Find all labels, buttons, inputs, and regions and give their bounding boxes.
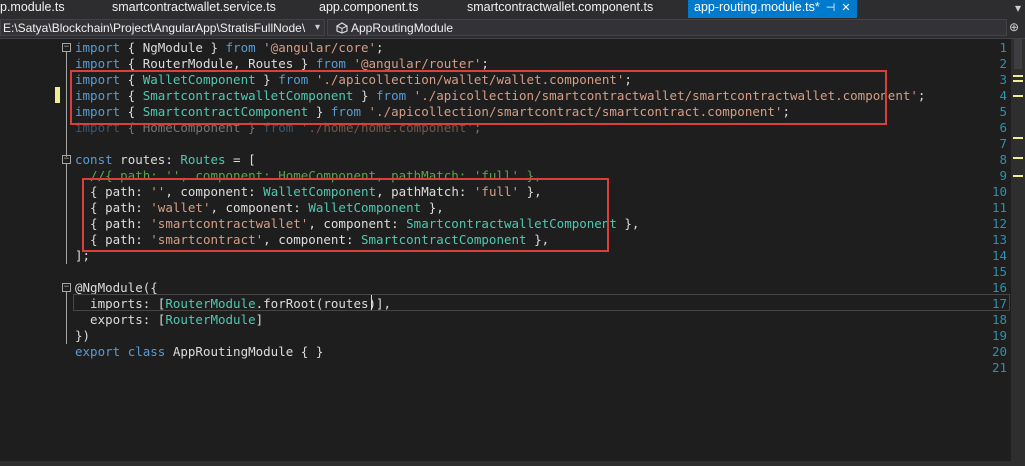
code-line[interactable]: const routes: Routes = [ (75, 152, 256, 168)
code-token: }) (75, 328, 91, 343)
code-token: = [ (225, 152, 256, 167)
code-token: import (75, 56, 121, 71)
line-number: 14 (991, 248, 1007, 263)
code-token: import (75, 40, 121, 55)
code-token: @NgModule({ (75, 280, 158, 295)
code-token: Routes (180, 152, 226, 167)
chevron-down-icon: ▾ (314, 22, 320, 33)
scrollbar-thumb[interactable] (1014, 39, 1022, 69)
code-line[interactable]: export class AppRoutingModule { } (75, 344, 323, 360)
line-number: 11 (991, 200, 1007, 215)
line-number: 13 (991, 232, 1007, 247)
line-number: 20 (991, 344, 1007, 359)
line-number: 8 (999, 152, 1007, 167)
line-number: 19 (991, 328, 1007, 343)
outline-guide (66, 164, 67, 264)
project-dropdown[interactable]: E:\Satya\Blockchain\Project\AngularApp\S… (0, 19, 325, 36)
line-number: 2 (999, 56, 1007, 71)
current-line-highlight (73, 294, 1010, 311)
text-caret (371, 295, 372, 310)
tab-app-component[interactable]: app.component.ts (319, 0, 418, 18)
tab-app-routing-module[interactable]: app-routing.module.ts* ⊣ ✕ (688, 0, 857, 18)
change-marker (1013, 157, 1023, 159)
change-marker (1013, 75, 1023, 77)
outline-guide (66, 292, 67, 344)
tab-overflow-dropdown-icon[interactable]: ▾ (1015, 0, 1021, 18)
code-token: '@angular/core' (263, 40, 377, 55)
code-token: { NgModule } (120, 40, 226, 55)
code-token: ] (255, 312, 264, 327)
tab-label: app.component.ts (319, 0, 419, 14)
close-icon[interactable]: ✕ (841, 1, 850, 16)
change-marker (55, 87, 60, 103)
tab-label: smartcontractwallet.component.ts (467, 0, 654, 14)
vertical-scrollbar[interactable] (1011, 39, 1025, 466)
routes-highlight-box (82, 178, 609, 252)
code-line[interactable]: }) (75, 328, 90, 344)
outline-guide (66, 52, 67, 157)
code-token: '@angular/router' (353, 56, 482, 71)
code-token: from (315, 56, 346, 71)
line-number: 21 (991, 360, 1007, 375)
line-number: 12 (991, 216, 1007, 231)
code-line[interactable]: import { NgModule } from '@angular/core'… (75, 40, 384, 56)
line-number: 4 (999, 88, 1007, 103)
line-number: 5 (999, 104, 1007, 119)
code-token: exports: [ (75, 312, 166, 327)
code-token: AppRoutingModule { } (165, 344, 324, 359)
code-token: RouterModule (165, 312, 256, 327)
code-token: { RouterModule, Routes } (120, 56, 316, 71)
code-token: }, (616, 216, 640, 231)
tab-label: p.module.ts (0, 0, 65, 14)
code-token: export (75, 344, 121, 359)
collapse-icon[interactable]: − (62, 155, 71, 164)
line-number: 3 (999, 72, 1007, 87)
code-token: ; (917, 88, 926, 103)
code-token: ; (481, 56, 489, 71)
line-number: 6 (999, 120, 1007, 135)
tab-label: app-routing.module.ts* (694, 0, 820, 14)
navigation-bar: E:\Satya\Blockchain\Project\AngularApp\S… (0, 18, 1025, 39)
project-path: E:\Satya\Blockchain\Project\AngularApp\S… (3, 21, 306, 35)
change-marker (1013, 95, 1023, 97)
code-token: const (75, 152, 113, 167)
tab-smartcontractwallet-service[interactable]: smartcontractwallet.service.ts (112, 0, 276, 18)
code-token: class (127, 344, 166, 359)
code-token: routes: (112, 152, 181, 167)
collapse-icon[interactable]: − (62, 283, 71, 292)
member-name: AppRoutingModule (351, 21, 454, 35)
tab-app-module[interactable]: p.module.ts (0, 0, 65, 18)
pin-icon[interactable]: ⊣ (826, 1, 836, 16)
tab-smartcontractwallet-component[interactable]: smartcontractwallet.component.ts (467, 0, 653, 18)
line-number: 7 (999, 136, 1007, 151)
change-marker (1013, 80, 1023, 82)
line-number: 9 (999, 168, 1007, 183)
code-token: from (225, 40, 256, 55)
line-number: 18 (991, 312, 1007, 327)
tab-label: smartcontractwallet.service.ts (112, 0, 276, 14)
imports-highlight-box (70, 70, 887, 125)
member-dropdown[interactable]: AppRoutingModule (327, 19, 1007, 36)
line-number: 10 (991, 184, 1007, 199)
class-icon (336, 22, 348, 34)
line-number: 1 (999, 40, 1007, 55)
change-marker (1013, 175, 1023, 177)
horizontal-scrollbar[interactable] (0, 461, 1011, 466)
document-tab-bar: p.module.ts smartcontractwallet.service.… (0, 0, 1025, 18)
line-number: 15 (991, 264, 1007, 279)
code-editor[interactable]: 1 2 3 4 5 6 7 8 9 10 11 12 13 14 15 16 17 18 19 20 21 import… (0, 39, 1011, 466)
code-token: ; (376, 40, 384, 55)
code-line[interactable]: exports: [RouterModule] (75, 312, 263, 328)
collapse-icon[interactable]: − (62, 43, 71, 52)
split-icon[interactable]: ⊕ (1009, 19, 1019, 35)
change-marker (1013, 137, 1023, 139)
